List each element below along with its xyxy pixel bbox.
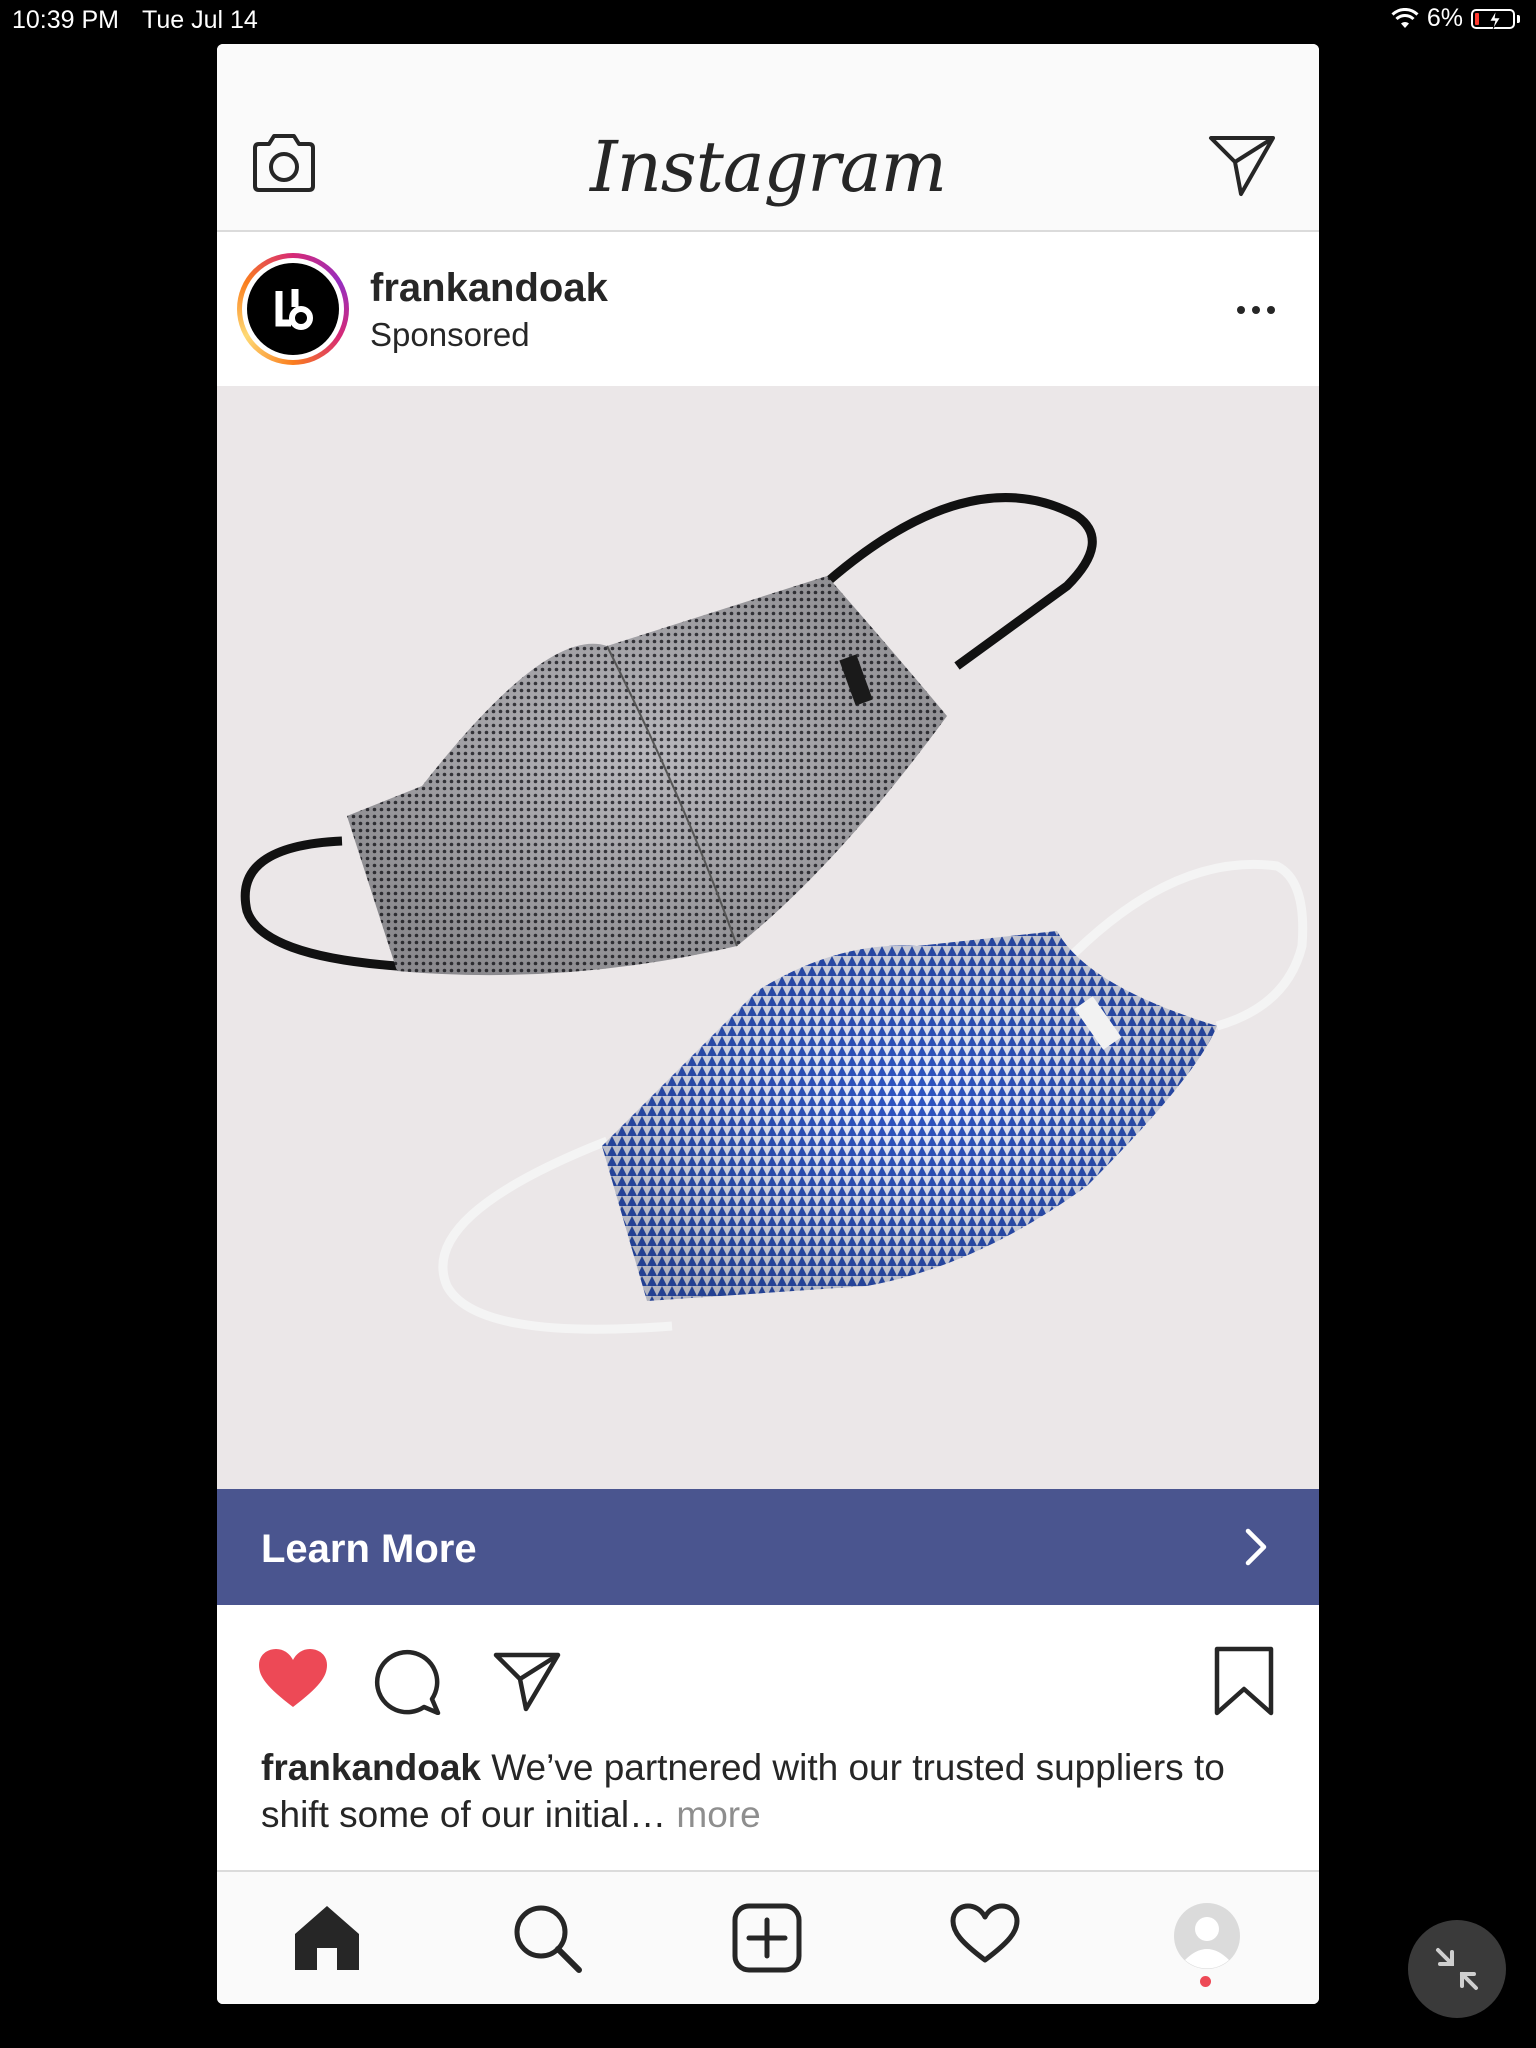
activity-heart-icon[interactable] bbox=[949, 1902, 1021, 1966]
bottom-tab-bar bbox=[217, 1870, 1319, 2004]
sponsored-label: Sponsored bbox=[370, 316, 530, 353]
new-post-icon[interactable] bbox=[731, 1902, 803, 1974]
post-username[interactable]: frankandoak bbox=[370, 266, 608, 311]
frankandoak-logo-icon bbox=[275, 289, 313, 330]
home-icon[interactable] bbox=[291, 1902, 363, 1974]
top-nav: Instagram bbox=[217, 44, 1319, 232]
instagram-app: Instagram frankandoak Sponsored Learn Mo… bbox=[217, 44, 1319, 2004]
post-image[interactable] bbox=[217, 386, 1319, 1489]
notification-dot bbox=[1200, 1976, 1211, 1987]
instagram-logo: Instagram bbox=[590, 126, 947, 208]
comment-icon[interactable] bbox=[374, 1647, 442, 1715]
profile-icon[interactable] bbox=[1173, 1902, 1241, 1970]
chevron-right-icon bbox=[1245, 1528, 1267, 1566]
battery-percent: 6% bbox=[1426, 4, 1463, 32]
minimize-button[interactable] bbox=[1408, 1920, 1506, 2018]
face-masks-illustration bbox=[240, 493, 1308, 1334]
learn-more-label: Learn More bbox=[261, 1527, 477, 1571]
bookmark-icon[interactable] bbox=[1213, 1645, 1275, 1717]
status-date: Tue Jul 14 bbox=[142, 6, 258, 34]
status-time: 10:39 PM bbox=[12, 6, 120, 34]
status-bar: 10:39 PM Tue Jul 14 6% bbox=[0, 0, 1536, 40]
status-indicators: 6% bbox=[1391, 4, 1520, 33]
share-icon[interactable] bbox=[492, 1649, 562, 1713]
collapse-arrows-icon bbox=[1436, 1948, 1478, 1990]
caption-more-link[interactable]: more bbox=[676, 1794, 760, 1835]
more-options-icon[interactable] bbox=[1237, 306, 1275, 314]
wifi-icon bbox=[1391, 7, 1419, 28]
search-icon[interactable] bbox=[511, 1902, 583, 1974]
post-caption: frankandoak We’ve partnered with our tru… bbox=[261, 1744, 1281, 1838]
learn-more-button[interactable]: Learn More bbox=[217, 1489, 1319, 1605]
direct-message-icon[interactable] bbox=[1207, 132, 1277, 198]
caption-username[interactable]: frankandoak bbox=[261, 1747, 481, 1788]
like-heart-icon[interactable] bbox=[257, 1647, 329, 1711]
avatar[interactable] bbox=[237, 253, 349, 365]
post-actions bbox=[217, 1605, 1319, 1755]
battery-charging-icon bbox=[1471, 8, 1515, 29]
